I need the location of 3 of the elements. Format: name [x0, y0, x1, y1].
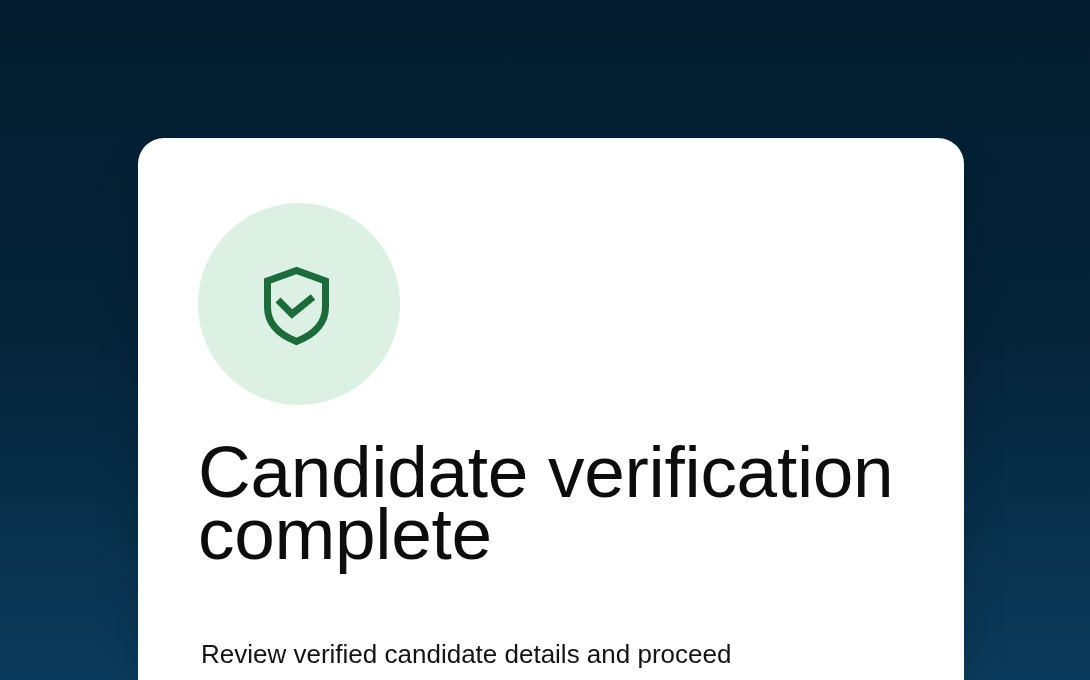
shield-check-icon [198, 203, 400, 405]
card-description: Review verified candidate details and proceed [201, 639, 732, 669]
card-title: Candidate verification complete [198, 441, 895, 575]
